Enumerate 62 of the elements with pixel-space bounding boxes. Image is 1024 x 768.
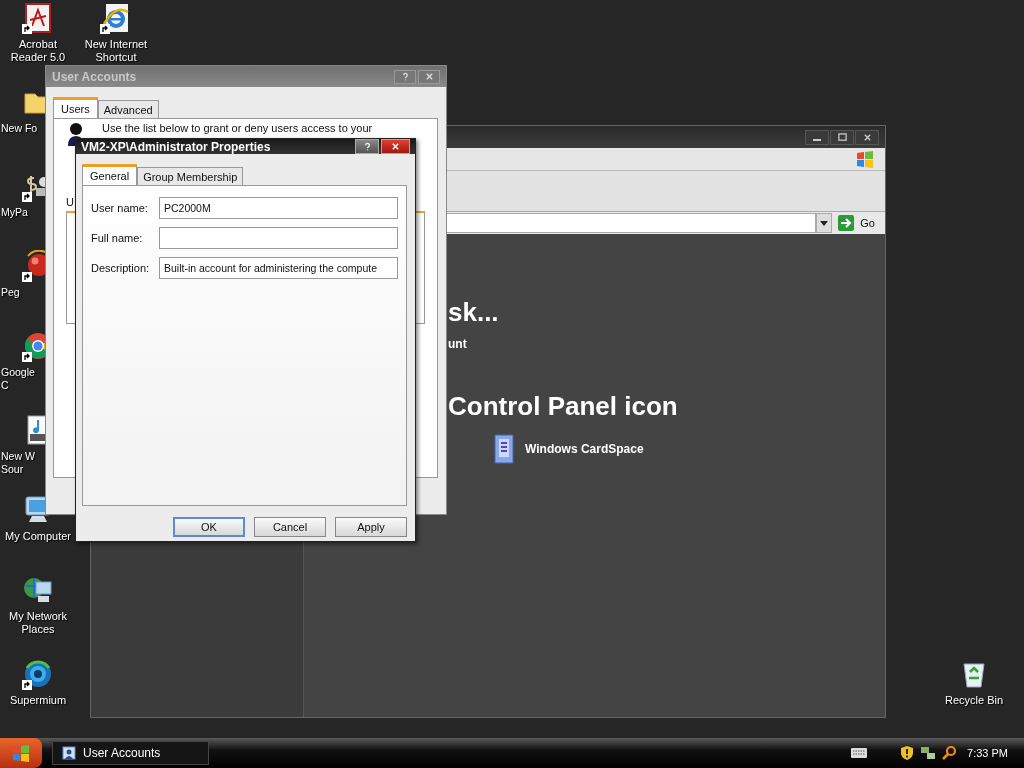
caret-icon — [820, 220, 829, 226]
desktop-icon-label[interactable]: Google C — [1, 366, 44, 392]
minimize-icon — [813, 139, 821, 141]
instruction-text: Use the list below to grant or deny users access to your — [102, 122, 373, 134]
tab[interactable]: Users — [53, 97, 98, 118]
maximize-icon — [837, 132, 847, 142]
tab[interactable]: Group Membership — [137, 167, 244, 185]
dialog-button[interactable]: OK — [173, 517, 245, 537]
globe-icon — [22, 658, 54, 690]
desktop-icon-label[interactable]: Recycle Bin — [944, 694, 1004, 707]
users-icon — [61, 745, 77, 761]
desktop-icon-label[interactable]: New Fo — [1, 122, 44, 135]
list-label: U — [66, 196, 74, 208]
text-field[interactable]: Built-in account for administering the compute — [159, 257, 398, 279]
maximize-button[interactable] — [830, 129, 854, 145]
dialog-title: VM2-XP\Administrator Properties — [81, 139, 271, 154]
shield-icon[interactable] — [899, 745, 916, 761]
field-label: Full name: — [91, 232, 144, 244]
dropdown-button[interactable] — [816, 213, 833, 233]
tab[interactable]: General — [82, 164, 138, 185]
desktop-icon-label[interactable]: My Network Places — [0, 610, 76, 636]
desktop-icon-label[interactable]: My Computer — [5, 530, 71, 543]
close-icon — [862, 132, 872, 142]
close-button[interactable] — [855, 129, 879, 145]
window-title: User Accounts — [52, 69, 137, 84]
text-field[interactable]: PC2000M — [159, 197, 398, 219]
start-button[interactable] — [0, 738, 42, 768]
desktop-icon-label[interactable]: New Internet Shortcut — [78, 38, 154, 64]
card-icon — [493, 433, 517, 465]
network-icon[interactable] — [920, 745, 937, 761]
acrobat-icon — [22, 2, 54, 34]
text-field[interactable] — [159, 227, 398, 249]
taskbar-button[interactable]: User Accounts — [52, 741, 209, 765]
arrow-icon — [838, 215, 855, 231]
desktop-icon-label[interactable]: Acrobat Reader 5.0 — [0, 38, 76, 64]
windows-flag-icon — [11, 743, 31, 763]
close-icon — [391, 142, 400, 151]
tab[interactable]: Advanced — [97, 100, 159, 118]
desktop-icon-label[interactable]: MyPa — [1, 206, 44, 219]
dialog-button[interactable]: Cancel — [254, 517, 326, 537]
field-label: User name: — [91, 202, 149, 214]
desktop-icon-label[interactable]: New W Sour — [1, 450, 44, 476]
section-heading: Control Panel icon — [448, 391, 678, 421]
help-button[interactable] — [394, 69, 416, 84]
dialog-button[interactable]: Apply — [335, 517, 407, 537]
question-mark-icon — [400, 72, 410, 81]
keyboard-icon[interactable] — [850, 747, 869, 759]
control-panel-item[interactable]: Windows CardSpace — [525, 442, 644, 456]
windows-flag-icon — [855, 149, 875, 169]
desktop-icon-label[interactable]: Peg — [1, 286, 44, 299]
clock: 7:33 PM — [967, 747, 1008, 759]
question-mark-icon — [362, 142, 372, 151]
go-button[interactable]: Go — [836, 215, 881, 231]
close-icon — [424, 72, 434, 81]
magnifier-icon[interactable] — [941, 745, 958, 761]
desktop-icon-label[interactable]: Supermium — [9, 694, 67, 707]
task-link[interactable]: unt — [448, 337, 467, 351]
minimize-button[interactable] — [805, 129, 829, 145]
page-heading: sk... — [448, 297, 499, 327]
field-label: Description: — [91, 262, 151, 274]
close-button[interactable] — [381, 139, 410, 154]
help-button[interactable] — [355, 139, 379, 154]
